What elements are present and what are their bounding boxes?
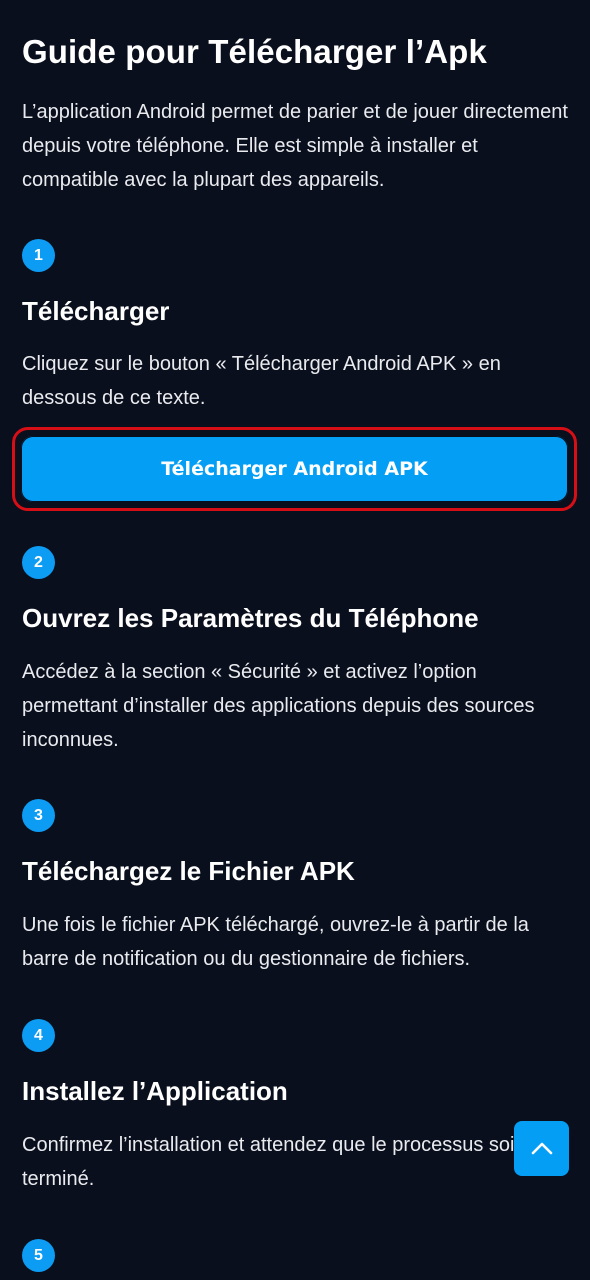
step-description: Confirmez l’installation et attendez que… [22, 1134, 521, 1190]
step-description: Une fois le fichier APK téléchargé, ouvr… [22, 914, 529, 970]
intro-text: L’application Android permet de parier e… [22, 101, 568, 191]
step-title: Installez l’Application [22, 1076, 288, 1106]
scroll-to-top-button[interactable] [514, 1121, 569, 1176]
step-number-badge: 2 [22, 546, 55, 579]
step-title: Télécharger [22, 296, 170, 326]
step-number-badge: 1 [22, 239, 55, 272]
step-number-badge: 4 [22, 1019, 55, 1052]
step-description: Accédez à la section « Sécurité » et act… [22, 661, 535, 751]
step-number-badge: 3 [22, 799, 55, 832]
download-android-apk-button[interactable]: Télécharger Android APK [21, 436, 568, 502]
page-title: Guide pour Télécharger l’Apk [22, 33, 487, 70]
step-description: Cliquez sur le bouton « Télécharger Andr… [22, 353, 501, 409]
step-title: Téléchargez le Fichier APK [22, 856, 355, 886]
step-title: Ouvrez les Paramètres du Téléphone [22, 603, 479, 633]
step-number-badge: 5 [22, 1239, 55, 1272]
chevron-up-icon [531, 1142, 552, 1154]
